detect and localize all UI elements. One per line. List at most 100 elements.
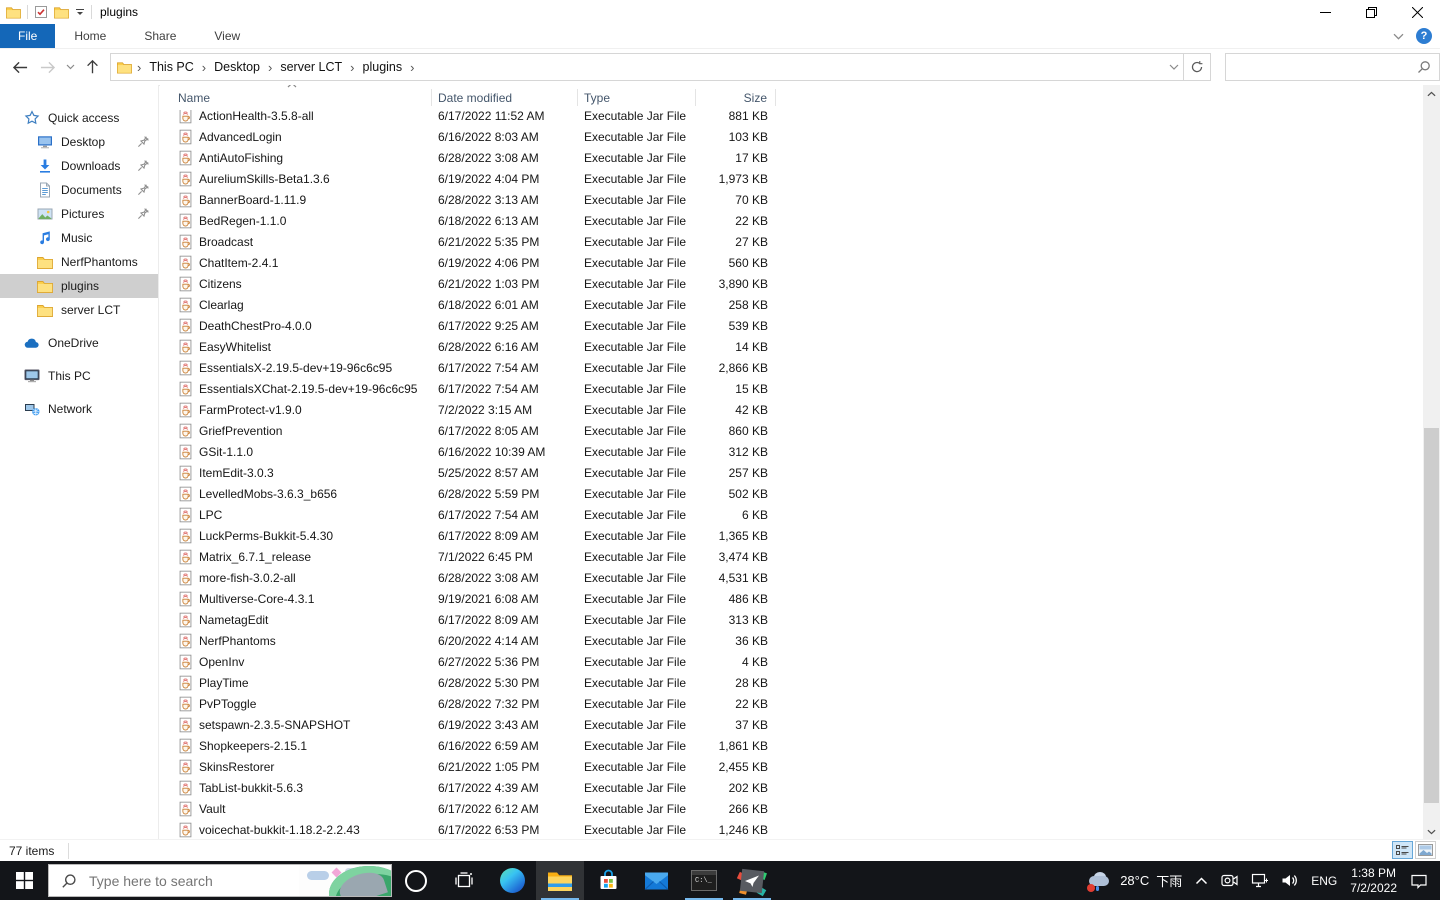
- restore-button[interactable]: [1348, 0, 1394, 24]
- qat-customize-chevron-icon[interactable]: [75, 8, 85, 17]
- sidebar-item-downloads[interactable]: Downloads: [0, 154, 158, 178]
- breadcrumb-server-lct[interactable]: server LCT: [275, 58, 347, 76]
- clock[interactable]: 1:38 PM 7/2/2022: [1350, 866, 1397, 896]
- file-row[interactable]: Matrix_6.7.1_release 7/1/2022 6:45 PM Ex…: [160, 546, 1423, 567]
- breadcrumb-chevron-icon[interactable]: ›: [201, 60, 207, 75]
- column-header-name[interactable]: Name: [160, 89, 432, 106]
- file-explorer-button[interactable]: [536, 861, 584, 900]
- breadcrumb-this-pc[interactable]: This PC: [144, 58, 198, 76]
- breadcrumb-chevron-icon[interactable]: ›: [349, 60, 355, 75]
- file-row[interactable]: Multiverse-Core-4.3.1 9/19/2021 6:08 AM …: [160, 588, 1423, 609]
- cortana-button[interactable]: [392, 861, 440, 900]
- language-indicator[interactable]: ENG: [1311, 874, 1337, 888]
- details-view-button[interactable]: [1392, 841, 1413, 859]
- file-row[interactable]: GSit-1.1.0 6/16/2022 10:39 AM Executable…: [160, 441, 1423, 462]
- sidebar-item-desktop[interactable]: Desktop: [0, 130, 158, 154]
- file-row[interactable]: BannerBoard-1.11.9 6/28/2022 3:13 AM Exe…: [160, 189, 1423, 210]
- address-bar[interactable]: › This PC › Desktop › server LCT › plugi…: [110, 53, 1184, 81]
- file-row[interactable]: GriefPrevention 6/17/2022 8:05 AM Execut…: [160, 420, 1423, 441]
- file-row[interactable]: LevelledMobs-3.6.3_b656 6/28/2022 5:59 P…: [160, 483, 1423, 504]
- minimize-button[interactable]: [1302, 0, 1348, 24]
- sidebar-item-quick-access[interactable]: Quick access: [0, 106, 158, 130]
- network-icon[interactable]: [1251, 873, 1269, 888]
- file-row[interactable]: AntiAutoFishing 6/28/2022 3:08 AM Execut…: [160, 147, 1423, 168]
- weather-widget[interactable]: 28°C 下雨: [1087, 871, 1182, 892]
- tab-file[interactable]: File: [0, 24, 56, 48]
- explorer-search-input[interactable]: [1234, 59, 1417, 75]
- tab-share[interactable]: Share: [125, 24, 195, 48]
- help-button[interactable]: ?: [1416, 28, 1432, 44]
- close-button[interactable]: [1394, 0, 1440, 24]
- sidebar-item-pictures[interactable]: Pictures: [0, 202, 158, 226]
- ribbon-expand-chevron-icon[interactable]: [1393, 33, 1404, 40]
- scroll-up-arrow-icon[interactable]: [1423, 85, 1440, 102]
- refresh-button[interactable]: [1184, 53, 1212, 81]
- thumbnails-view-button[interactable]: [1415, 841, 1436, 859]
- file-row[interactable]: ChatItem-2.4.1 6/19/2022 4:06 PM Executa…: [160, 252, 1423, 273]
- file-row[interactable]: LPC 6/17/2022 7:54 AM Executable Jar Fil…: [160, 504, 1423, 525]
- file-row[interactable]: Citizens 6/21/2022 1:03 PM Executable Ja…: [160, 273, 1423, 294]
- file-row[interactable]: ItemEdit-3.0.3 5/25/2022 8:57 AM Executa…: [160, 462, 1423, 483]
- new-folder-qat-icon[interactable]: [54, 6, 69, 19]
- task-view-button[interactable]: [440, 861, 488, 900]
- column-header-size[interactable]: Size: [696, 89, 776, 106]
- file-row[interactable]: FarmProtect-v1.9.0 7/2/2022 3:15 AM Exec…: [160, 399, 1423, 420]
- file-row[interactable]: more-fish-3.0.2-all 6/28/2022 3:08 AM Ex…: [160, 567, 1423, 588]
- taskbar-search-box[interactable]: [48, 864, 392, 897]
- tray-chevron-up-icon[interactable]: [1195, 876, 1208, 885]
- file-row[interactable]: DeathChestPro-4.0.0 6/17/2022 9:25 AM Ex…: [160, 315, 1423, 336]
- file-row[interactable]: setspawn-2.3.5-SNAPSHOT 6/19/2022 3:43 A…: [160, 714, 1423, 735]
- back-button[interactable]: [12, 60, 29, 75]
- file-row[interactable]: SkinsRestorer 6/21/2022 1:05 PM Executab…: [160, 756, 1423, 777]
- file-row[interactable]: NametagEdit 6/17/2022 8:09 AM Executable…: [160, 609, 1423, 630]
- tab-home[interactable]: Home: [55, 24, 125, 48]
- recent-locations-chevron-icon[interactable]: [66, 64, 75, 70]
- file-row[interactable]: voicechat-bukkit-1.18.2-2.2.43 6/17/2022…: [160, 819, 1423, 840]
- meet-now-icon[interactable]: [1221, 873, 1238, 888]
- file-row[interactable]: Broadcast 6/21/2022 5:35 PM Executable J…: [160, 231, 1423, 252]
- action-center-icon[interactable]: [1410, 873, 1428, 889]
- explorer-search-box[interactable]: [1225, 53, 1440, 81]
- file-row[interactable]: PvPToggle 6/28/2022 7:32 PM Executable J…: [160, 693, 1423, 714]
- sidebar-item-music[interactable]: Music: [0, 226, 158, 250]
- tab-view[interactable]: View: [195, 24, 259, 48]
- file-row[interactable]: OpenInv 6/27/2022 5:36 PM Executable Jar…: [160, 651, 1423, 672]
- sidebar-item-onedrive[interactable]: OneDrive: [0, 331, 158, 355]
- forward-button[interactable]: [39, 60, 56, 75]
- up-button[interactable]: [85, 59, 100, 75]
- sidebar-item-network[interactable]: Network: [0, 397, 158, 421]
- breadcrumb-desktop[interactable]: Desktop: [209, 58, 265, 76]
- file-row[interactable]: EssentialsXChat-2.19.5-dev+19-96c6c95 6/…: [160, 378, 1423, 399]
- column-header-date-modified[interactable]: Date modified: [432, 89, 578, 106]
- mail-button[interactable]: [632, 861, 680, 900]
- file-row[interactable]: NerfPhantoms 6/20/2022 4:14 AM Executabl…: [160, 630, 1423, 651]
- file-row[interactable]: AureliumSkills-Beta1.3.6 6/19/2022 4:04 …: [160, 168, 1423, 189]
- properties-qat-icon[interactable]: [34, 5, 48, 19]
- file-row[interactable]: AdvancedLogin 6/16/2022 8:03 AM Executab…: [160, 126, 1423, 147]
- terminal-button[interactable]: C:\_: [680, 861, 728, 900]
- vertical-scrollbar[interactable]: [1423, 85, 1440, 840]
- file-row[interactable]: PlayTime 6/28/2022 5:30 PM Executable Ja…: [160, 672, 1423, 693]
- file-row[interactable]: BedRegen-1.1.0 6/18/2022 6:13 AM Executa…: [160, 210, 1423, 231]
- sidebar-item-nerfphantoms[interactable]: NerfPhantoms: [0, 250, 158, 274]
- file-row[interactable]: Clearlag 6/18/2022 6:01 AM Executable Ja…: [160, 294, 1423, 315]
- sidebar-item-server-lct[interactable]: server LCT: [0, 298, 158, 322]
- start-button[interactable]: [0, 861, 48, 900]
- column-header-type[interactable]: Type: [578, 89, 696, 106]
- file-row[interactable]: Shopkeepers-2.15.1 6/16/2022 6:59 AM Exe…: [160, 735, 1423, 756]
- file-row[interactable]: EssentialsX-2.19.5-dev+19-96c6c95 6/17/2…: [160, 357, 1423, 378]
- file-row[interactable]: EasyWhitelist 6/28/2022 6:16 AM Executab…: [160, 336, 1423, 357]
- file-row[interactable]: LuckPerms-Bukkit-5.4.30 6/17/2022 8:09 A…: [160, 525, 1423, 546]
- search-highlight-image[interactable]: [299, 865, 391, 896]
- breadcrumb-chevron-icon[interactable]: ›: [267, 60, 273, 75]
- file-row[interactable]: ActionHealth-3.5.8-all 6/17/2022 11:52 A…: [160, 110, 1423, 126]
- sidebar-item-documents[interactable]: Documents: [0, 178, 158, 202]
- store-button[interactable]: [584, 861, 632, 900]
- sidebar-item-this-pc[interactable]: This PC: [0, 364, 158, 388]
- scroll-down-arrow-icon[interactable]: [1423, 823, 1440, 840]
- breadcrumb-plugins[interactable]: plugins: [358, 58, 408, 76]
- edge-button[interactable]: [488, 861, 536, 900]
- paper-plane-app-button[interactable]: [728, 861, 776, 900]
- volume-icon[interactable]: [1281, 873, 1298, 888]
- breadcrumb-chevron-icon[interactable]: ›: [409, 60, 415, 75]
